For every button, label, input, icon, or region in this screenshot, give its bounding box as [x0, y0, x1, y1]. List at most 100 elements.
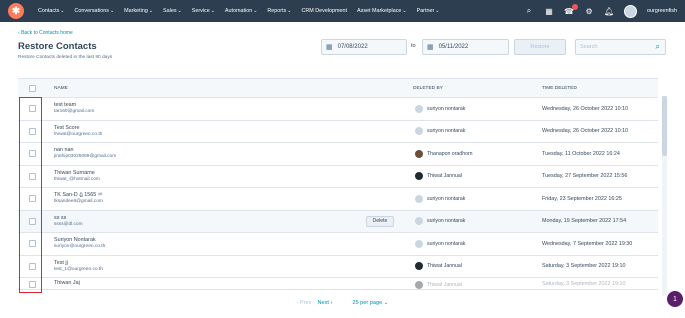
time-deleted: Saturday, 3 September 2022 19:10 [542, 281, 626, 287]
nav-asset-marketplace[interactable]: Asset Marketplace⌄ [357, 8, 407, 14]
contact-name: Thiwan Jaj [54, 280, 80, 286]
table-row[interactable]: Suriyon Nontarak suriyon@ourgreen.co.th s… [18, 233, 658, 256]
hubspot-logo-icon[interactable]: ✱ [8, 3, 24, 19]
next-page-button[interactable]: Next › [317, 300, 332, 306]
avatar[interactable] [624, 4, 638, 18]
user-avatar [415, 172, 423, 181]
user-avatar [415, 127, 423, 136]
nav-label: Asset Marketplace [357, 8, 402, 14]
nav-label: Conversations [74, 8, 109, 14]
nav-automation[interactable]: Automation⌄ [225, 8, 257, 14]
table-row[interactable]: test team tar160@gmail.com suriyon nontar… [18, 98, 658, 121]
user-avatar [415, 239, 423, 248]
nav-label: Service [191, 8, 210, 14]
time-deleted: Friday, 23 September 2022 16:25 [542, 195, 622, 202]
per-page-label: 25 per page [352, 300, 383, 306]
deleted-by-name: Thiwat Jannual [427, 282, 462, 288]
table-scrollbar[interactable] [662, 96, 667, 296]
prev-page-button[interactable]: ‹ Prev [297, 300, 312, 306]
table-row[interactable]: ss ss ssss@dl.com Delete suriyon nontarak… [18, 210, 658, 233]
search-input[interactable]: Search ⌕ [575, 39, 666, 55]
time-deleted: Wednesday, 26 October 2022 10:10 [542, 128, 629, 135]
nav-label: Reports [267, 8, 287, 14]
marketplace-icon[interactable]: ▦ [544, 7, 554, 16]
calendar-icon: ▦ [427, 44, 434, 51]
time-deleted: Tuesday, 11 October 2022 16:24 [542, 150, 620, 157]
nav-crm-development[interactable]: CRM Development [302, 8, 348, 14]
date-from-value: 07/08/2022 [337, 44, 368, 50]
page-header: ‹ Back to Contacts home Restore Contacts… [0, 22, 685, 74]
nav-sales[interactable]: Sales⌄ [163, 8, 182, 14]
table-row[interactable]: Test Score thiwat@ourgreen.co.th suriyon … [18, 121, 658, 143]
time-deleted: Tuesday, 27 September 2022 15:56 [542, 173, 628, 180]
search-icon[interactable]: ⌕ [524, 6, 534, 16]
top-navigation: ✱ Contacts⌄ Conversations⌄ Marketing⌄ Sa… [0, 0, 685, 22]
deleted-by-name: suriyon nontarak [427, 195, 466, 202]
contact-email: ssss@dl.com [54, 221, 83, 227]
search-icon: ⌕ [655, 42, 660, 51]
pagination: ‹ Prev Next › 25 per page ⌄ [0, 296, 685, 310]
checkbox-column-highlight [19, 97, 42, 293]
time-deleted: Wednesday, 26 October 2022 10:10 [542, 105, 629, 112]
user-avatar [415, 149, 423, 158]
user-avatar [415, 281, 423, 289]
scrollbar-thumb[interactable] [662, 96, 667, 156]
user-avatar [415, 194, 423, 203]
contact-email: jirathip03025069@gmail.com [54, 154, 117, 160]
time-deleted: Monday, 19 September 2022 17:54 [542, 218, 627, 225]
search-placeholder: Search [580, 44, 598, 50]
nav-reports[interactable]: Reports⌄ [267, 8, 291, 14]
table-row[interactable]: nan nan jirathip03025069@gmail.com Thanap… [18, 143, 658, 166]
contact-email: tar160@gmail.com [54, 109, 95, 115]
account-menu[interactable]: ourgreenfish [647, 8, 677, 14]
column-header-time-deleted[interactable]: TIME DELETED [542, 86, 577, 91]
nav-label: Marketing [124, 8, 148, 14]
contact-email: suriyon@ourgreen.co.th [54, 244, 106, 250]
deleted-by-name: suriyon nontarak [427, 218, 466, 225]
column-header-name[interactable]: NAME [54, 86, 68, 91]
time-deleted: Saturday, 3 September 2022 19:10 [542, 263, 626, 270]
nav-partner[interactable]: Partner⌄ [417, 8, 440, 14]
deleted-by-name: Thanapon oradhorn [427, 150, 473, 157]
table-row[interactable]: Test jj test_1@ourgreen.co.th Thiwat Jann… [18, 256, 658, 278]
contact-email: test_1@ourgreen.co.th [54, 266, 103, 272]
user-avatar [415, 262, 423, 271]
bell-icon[interactable]: 🔔︎ [604, 7, 614, 16]
date-to-value: 05/11/2022 [438, 44, 469, 50]
nav-contacts[interactable]: Contacts⌄ [38, 8, 64, 14]
calling-icon[interactable]: ☎ [564, 3, 579, 16]
deleted-by-name: suriyon nontarak [427, 240, 466, 247]
contact-name: ss ss [54, 214, 67, 221]
nav-conversations[interactable]: Conversations⌄ [74, 8, 114, 14]
table-row[interactable]: TK San-D ฎ 1565 ♾ tksandee6@gmail.com sur… [18, 188, 658, 211]
nav-label: CRM Development [301, 8, 348, 14]
back-link[interactable]: ‹ Back to Contacts home [18, 30, 73, 36]
deleted-contacts-table: NAME DELETED BY TIME DELETED test team ta… [18, 78, 658, 290]
notification-badge [572, 3, 579, 10]
deleted-by-name: Thiwat Jannual [427, 173, 462, 180]
nav-label: Automation [224, 8, 253, 14]
nav-service[interactable]: Service⌄ [192, 8, 215, 14]
table-row[interactable]: Thiwan Surname thiwat_@hotmail.com Thiwat… [18, 166, 658, 188]
delete-button[interactable]: Delete [366, 215, 394, 227]
nav-marketing[interactable]: Marketing⌄ [124, 8, 153, 14]
deleted-by-name: suriyon nontarak [427, 105, 466, 112]
gear-icon[interactable]: ⚙ [584, 7, 594, 16]
time-deleted: Wednesday, 7 September 2022 19:30 [542, 240, 633, 247]
select-all-checkbox[interactable] [29, 84, 36, 92]
date-to-input[interactable]: ▦ 05/11/2022 [422, 39, 509, 55]
contact-email: tksandee6@gmail.com [54, 199, 103, 205]
column-header-deleted-by[interactable]: DELETED BY [413, 86, 443, 91]
next-label: Next [317, 300, 329, 306]
contact-name: Test jj [54, 259, 68, 266]
date-from-input[interactable]: ▦ 07/08/2022 [321, 39, 407, 55]
calendar-icon: ▦ [326, 44, 333, 51]
per-page-select[interactable]: 25 per page ⌄ [352, 300, 388, 306]
restore-button[interactable]: Restore [514, 39, 566, 55]
page-title: Restore Contacts [18, 41, 97, 52]
table-row[interactable]: Thiwan Jaj Thiwat Jannual Saturday, 3 Se… [18, 278, 658, 290]
user-avatar [415, 217, 423, 226]
user-avatar [415, 104, 423, 113]
chat-launcher-button[interactable]: 1 [667, 291, 683, 307]
page-subtitle: Restore Contacts deleted in the last 90 … [18, 55, 113, 60]
